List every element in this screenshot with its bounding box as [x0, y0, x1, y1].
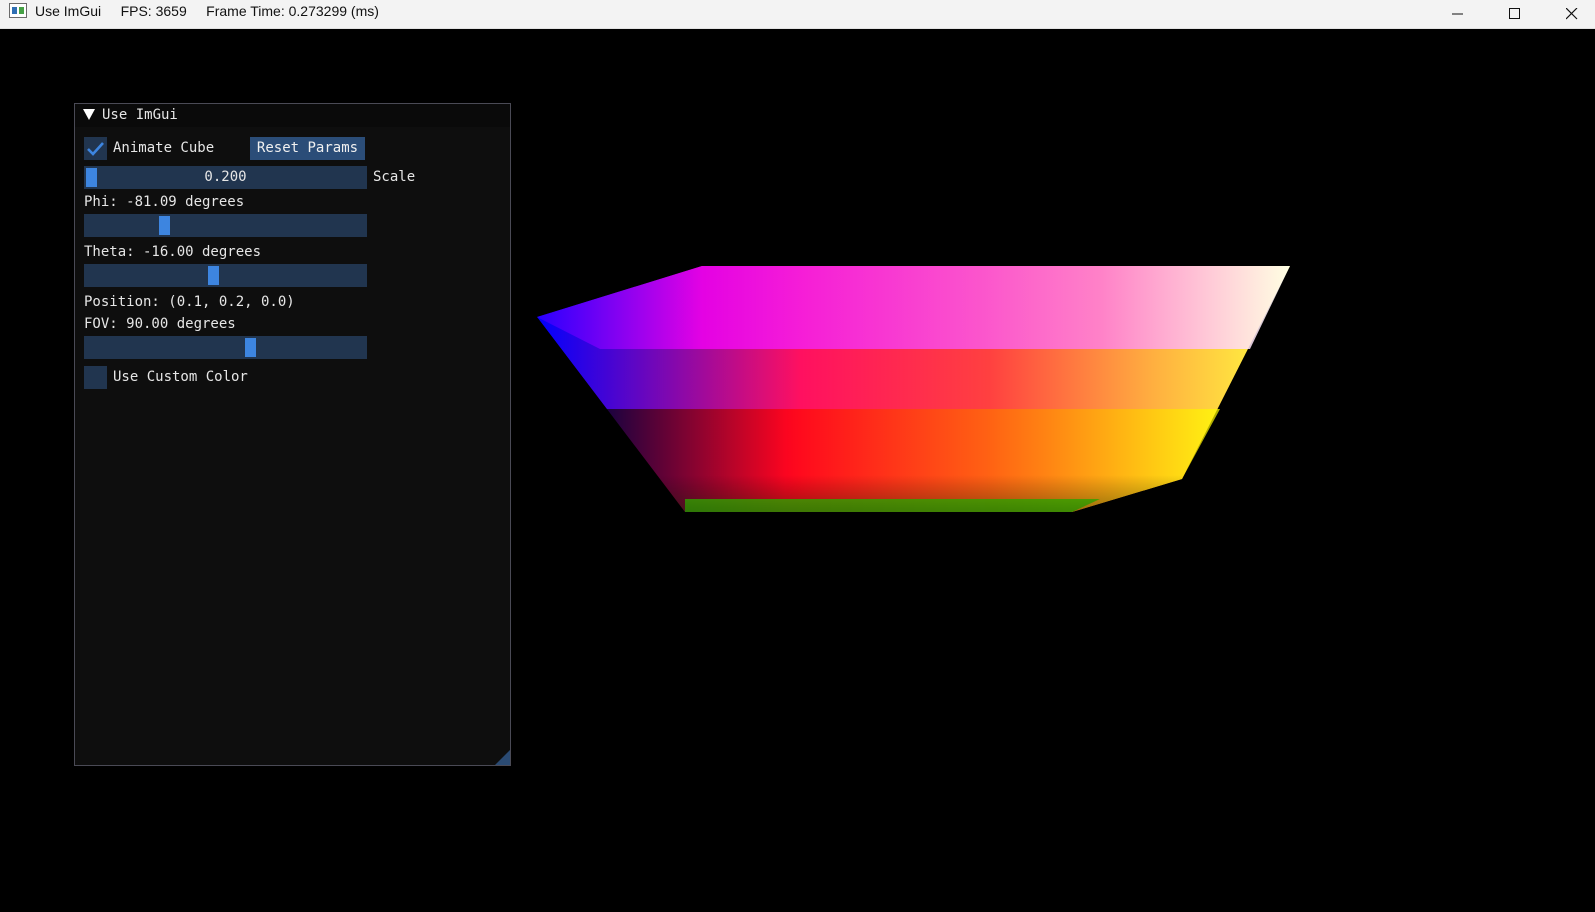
resize-grip-icon[interactable]	[495, 750, 510, 765]
scale-label: Scale	[373, 169, 416, 185]
imgui-titlebar[interactable]: Use ImGui	[75, 104, 510, 127]
fov-slider[interactable]	[84, 336, 367, 359]
use-custom-color-checkbox[interactable]	[84, 366, 107, 389]
window-title: Use ImGui FPS: 3659 Frame Time: 0.273299…	[35, 3, 379, 19]
position-text: Position: (0.1, 0.2, 0.0)	[84, 294, 295, 310]
fov-text: FOV: 90.00 degrees	[84, 316, 236, 332]
os-titlebar: Use ImGui FPS: 3659 Frame Time: 0.273299…	[0, 0, 1595, 29]
animate-cube-label: Animate Cube	[113, 140, 215, 156]
theta-slider[interactable]	[84, 264, 367, 287]
use-custom-color-label: Use Custom Color	[113, 369, 248, 385]
imgui-window[interactable]: Use ImGui Animate Cube Reset Params 0.20…	[74, 103, 511, 766]
reset-params-button[interactable]: Reset Params	[250, 137, 365, 160]
minimize-button[interactable]	[1435, 0, 1481, 28]
scale-slider[interactable]: 0.200	[84, 166, 367, 189]
phi-slider-grab[interactable]	[159, 216, 171, 235]
maximize-button[interactable]	[1492, 0, 1538, 28]
checkmark-icon	[87, 142, 104, 156]
minimize-icon	[1452, 13, 1463, 15]
collapse-arrow-icon[interactable]	[83, 109, 95, 120]
animate-cube-checkbox[interactable]	[84, 137, 107, 160]
imgui-window-title: Use ImGui	[102, 107, 178, 123]
scale-slider-value: 0.200	[204, 169, 247, 185]
close-button[interactable]	[1549, 0, 1595, 28]
theta-slider-grab[interactable]	[208, 266, 220, 285]
theta-text: Theta: -16.00 degrees	[84, 244, 262, 260]
phi-slider[interactable]	[84, 214, 367, 237]
maximize-icon	[1509, 8, 1520, 19]
app-window-icon	[9, 3, 27, 18]
close-icon	[1566, 8, 1578, 20]
fov-slider-grab[interactable]	[244, 338, 256, 357]
phi-text: Phi: -81.09 degrees	[84, 194, 245, 210]
